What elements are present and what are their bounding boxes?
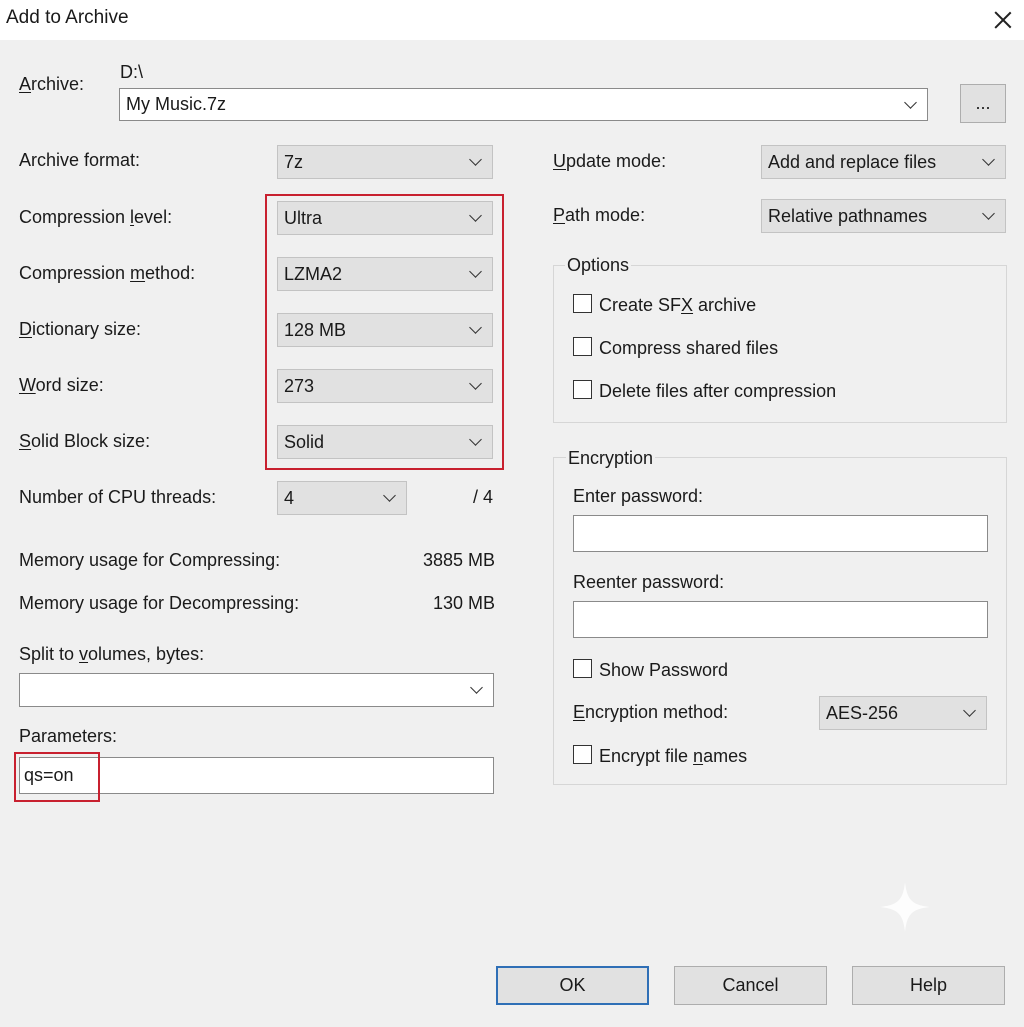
cancel-button[interactable]: Cancel xyxy=(674,966,827,1005)
memory-compress-label: Memory usage for Compressing: xyxy=(19,550,281,570)
chevron-down-icon xyxy=(904,96,917,109)
chevron-down-icon xyxy=(470,681,483,694)
delete-after-checkbox[interactable] xyxy=(573,380,592,399)
encrypt-names-label: Encrypt file names xyxy=(599,746,748,766)
path-mode-combo[interactable]: Relative pathnames xyxy=(761,199,1006,233)
parameters-label: Parameters: xyxy=(19,726,118,746)
browse-button[interactable]: ... xyxy=(960,84,1006,123)
archive-format-combo[interactable]: 7z xyxy=(277,145,493,179)
chevron-down-icon xyxy=(982,207,995,220)
reenter-password-label: Reenter password: xyxy=(573,572,725,592)
encryption-method-combo[interactable]: AES-256 xyxy=(819,696,987,730)
archive-label: Archive: xyxy=(19,74,85,94)
encrypt-names-checkbox[interactable] xyxy=(573,745,592,764)
compress-shared-checkbox[interactable] xyxy=(573,337,592,356)
encryption-group-title: Encryption xyxy=(566,448,656,469)
compress-shared-label: Compress shared files xyxy=(599,338,779,358)
update-mode-value: Add and replace files xyxy=(768,152,937,172)
window-title: Add to Archive xyxy=(6,7,129,28)
reenter-password-input[interactable] xyxy=(573,601,988,638)
compression-level-label: Compression level: xyxy=(19,207,173,227)
chevron-down-icon xyxy=(469,153,482,166)
archive-format-label: Archive format: xyxy=(19,150,141,170)
close-icon[interactable] xyxy=(986,3,1020,37)
path-mode-value: Relative pathnames xyxy=(768,206,928,226)
archive-format-value: 7z xyxy=(284,152,304,172)
create-sfx-checkbox[interactable] xyxy=(573,294,592,313)
enter-password-input[interactable] xyxy=(573,515,988,552)
ok-button[interactable]: OK xyxy=(496,966,649,1005)
archive-name-value: My Music.7z xyxy=(126,94,227,114)
sparkle-icon xyxy=(880,882,930,932)
path-mode-label: Path mode: xyxy=(553,205,646,225)
memory-decompress-value: 130 MB xyxy=(433,593,496,613)
chevron-down-icon xyxy=(982,153,995,166)
create-sfx-label: Create SFX archive xyxy=(599,295,757,315)
show-password-checkbox[interactable] xyxy=(573,659,592,678)
memory-decompress-label: Memory usage for Decompressing: xyxy=(19,593,300,613)
cpu-threads-label: Number of CPU threads: xyxy=(19,487,217,507)
compression-method-label: Compression method: xyxy=(19,263,196,283)
chevron-down-icon xyxy=(963,704,976,717)
highlight-box-parameters xyxy=(14,752,100,802)
highlight-box-compression-settings xyxy=(265,194,504,470)
split-volumes-combo[interactable] xyxy=(19,673,494,707)
cpu-threads-max: / 4 xyxy=(473,487,494,507)
split-volumes-label: Split to volumes, bytes: xyxy=(19,644,205,664)
word-size-label: Word size: xyxy=(19,375,104,395)
cpu-threads-value: 4 xyxy=(284,488,295,508)
update-mode-label: Update mode: xyxy=(553,151,667,171)
chevron-down-icon xyxy=(383,489,396,502)
enter-password-label: Enter password: xyxy=(573,486,704,506)
show-password-label: Show Password xyxy=(599,660,729,680)
cpu-threads-combo[interactable]: 4 xyxy=(277,481,407,515)
update-mode-combo[interactable]: Add and replace files xyxy=(761,145,1006,179)
options-group-title: Options xyxy=(565,255,632,276)
delete-after-label: Delete files after compression xyxy=(599,381,837,401)
memory-compress-value: 3885 MB xyxy=(423,550,496,570)
dictionary-size-label: Dictionary size: xyxy=(19,319,142,339)
archive-path: D:\ xyxy=(120,62,144,82)
archive-name-combo[interactable]: My Music.7z xyxy=(119,88,928,121)
title-bar: Add to Archive xyxy=(0,0,1024,40)
help-button[interactable]: Help xyxy=(852,966,1005,1005)
encryption-method-label: Encryption method: xyxy=(573,702,729,722)
encryption-method-value: AES-256 xyxy=(826,703,899,723)
solid-block-size-label: Solid Block size: xyxy=(19,431,151,451)
